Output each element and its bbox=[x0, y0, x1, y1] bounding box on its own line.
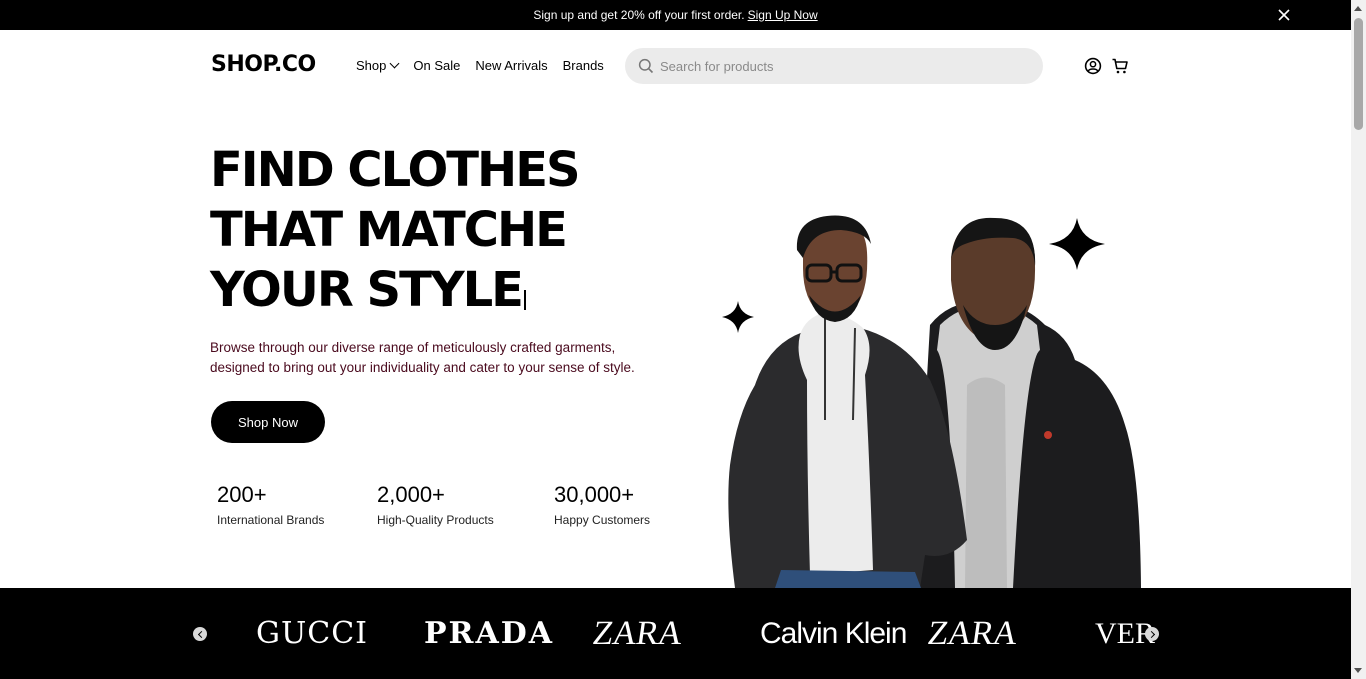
sign-up-link[interactable]: Sign Up Now bbox=[748, 8, 818, 22]
shop-now-button[interactable]: Shop Now bbox=[211, 401, 325, 443]
scroll-down-arrow-icon[interactable] bbox=[1354, 668, 1362, 673]
cart-icon[interactable] bbox=[1111, 57, 1129, 75]
sparkle-icon bbox=[1049, 218, 1105, 270]
scrollbar-thumb[interactable] bbox=[1354, 18, 1363, 130]
main-nav: Shop On Sale New Arrivals Brands bbox=[356, 58, 604, 73]
headline-line: YOUR STYLE bbox=[210, 262, 524, 318]
description-line: designed to bring out your individuality… bbox=[210, 360, 635, 375]
nav-item-new-arrivals[interactable]: New Arrivals bbox=[475, 58, 547, 73]
vertical-scrollbar[interactable] bbox=[1351, 0, 1366, 679]
carousel-prev-button[interactable] bbox=[193, 627, 207, 641]
brand-logo-prada[interactable]: PRADA bbox=[424, 588, 554, 679]
account-icon[interactable] bbox=[1084, 57, 1102, 75]
brand-strip: GUCCI PRADA ZARA Calvin Klein ZARA VER bbox=[0, 588, 1351, 679]
stat-value: 30,000+ bbox=[554, 482, 635, 507]
nav-item-brands[interactable]: Brands bbox=[563, 58, 604, 73]
headline-line: THAT MATCHE bbox=[210, 202, 568, 258]
hero-description: Browse through our diverse range of meti… bbox=[210, 338, 650, 378]
headline-line: FIND CLOTHES bbox=[210, 142, 581, 198]
brand-logo-gucci[interactable]: GUCCI bbox=[256, 588, 368, 679]
hero-headline: FIND CLOTHES THAT MATCHE YOUR STYLE bbox=[210, 140, 581, 320]
scroll-up-arrow-icon[interactable] bbox=[1354, 6, 1362, 11]
search-input[interactable] bbox=[660, 58, 1020, 74]
stat-label: Happy Customers bbox=[554, 513, 651, 527]
brand-logo-zara[interactable]: ZARA bbox=[587, 588, 688, 679]
carousel-next-button[interactable] bbox=[1145, 627, 1159, 641]
stat-label: High-Quality Products bbox=[377, 513, 494, 527]
stat-value: 2,000+ bbox=[377, 482, 445, 507]
nav-item-on-sale[interactable]: On Sale bbox=[413, 58, 460, 73]
nav-item-label: Shop bbox=[356, 58, 387, 73]
logo[interactable]: SHOP.CO bbox=[211, 52, 316, 77]
stat-value: 200+ bbox=[217, 482, 267, 507]
hero-models-image bbox=[722, 215, 1141, 588]
page: Sign up and get 20% off your first order… bbox=[0, 0, 1366, 679]
search-bar bbox=[625, 48, 1043, 84]
text-caret bbox=[523, 290, 526, 310]
sparkle-icon bbox=[722, 301, 754, 333]
announcement-text: Sign up and get 20% off your first order… bbox=[533, 8, 745, 22]
stat-label: International Brands bbox=[217, 513, 325, 527]
search-icon bbox=[638, 58, 654, 74]
close-icon[interactable] bbox=[1276, 7, 1292, 23]
announcement-bar: Sign up and get 20% off your first order… bbox=[0, 0, 1351, 30]
stat-happy-customers: 30,000+ Happy Customers bbox=[554, 482, 650, 527]
stat-high-quality-products: 2,000+ High-Quality Products bbox=[377, 482, 494, 527]
description-line: Browse through our diverse range of meti… bbox=[210, 340, 616, 355]
headline-line-with-caret: YOUR STYLE bbox=[210, 260, 579, 320]
nav-item-shop[interactable]: Shop bbox=[356, 58, 400, 73]
brand-logo-calvin-klein[interactable]: Calvin Klein bbox=[760, 588, 907, 679]
brand-logo-zara[interactable]: ZARA bbox=[922, 588, 1023, 679]
chevron-down-icon bbox=[389, 58, 400, 69]
stat-international-brands: 200+ International Brands bbox=[217, 482, 324, 527]
